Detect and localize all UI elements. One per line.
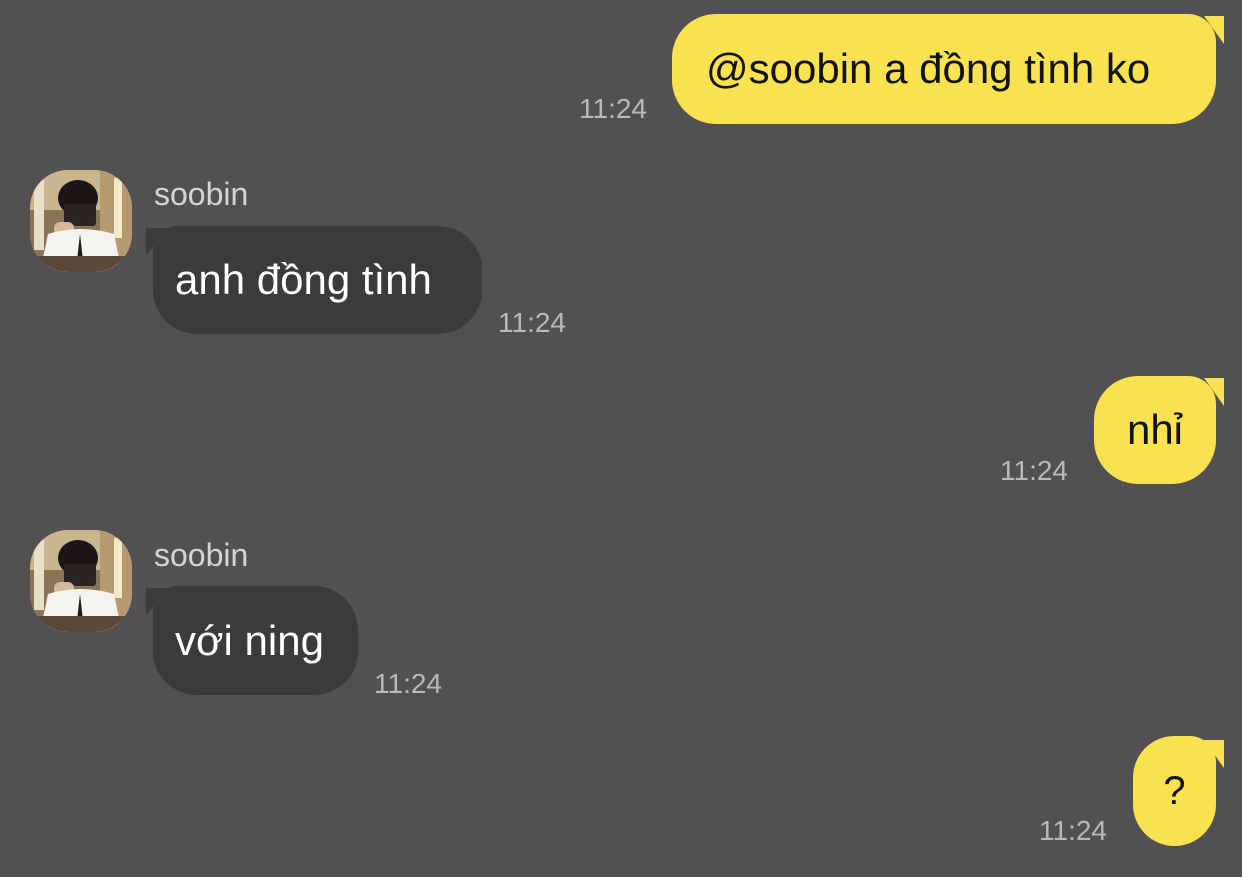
chat-view: @soobin a đồng tình ko 11:24 soobin anh … <box>0 0 1242 877</box>
outgoing-message[interactable]: ? 11:24 <box>0 720 1242 877</box>
avatar[interactable] <box>30 170 132 272</box>
message-timestamp: 11:24 <box>1039 815 1107 846</box>
message-bubble[interactable]: anh đồng tình <box>153 226 482 334</box>
outgoing-message[interactable]: @soobin a đồng tình ko 11:24 <box>0 0 1242 130</box>
message-bubble[interactable]: ? <box>1133 736 1216 846</box>
message-timestamp: 11:24 <box>579 93 647 124</box>
message-timestamp: 11:24 <box>374 668 442 699</box>
incoming-message[interactable]: soobin anh đồng tình 11:24 <box>0 160 1242 350</box>
message-bubble[interactable]: @soobin a đồng tình ko <box>672 14 1216 124</box>
message-bubble[interactable]: nhỉ <box>1094 376 1216 484</box>
avatar-photo <box>30 170 132 272</box>
outgoing-message[interactable]: nhỉ 11:24 <box>0 360 1242 500</box>
message-bubble[interactable]: với ning <box>153 586 358 695</box>
incoming-message[interactable]: soobin với ning 11:24 <box>0 520 1242 710</box>
message-timestamp: 11:24 <box>498 307 566 338</box>
message-timestamp: 11:24 <box>1000 455 1068 486</box>
avatar-photo <box>30 530 132 632</box>
avatar[interactable] <box>30 530 132 632</box>
sender-name: soobin <box>154 537 249 573</box>
sender-name: soobin <box>154 176 249 212</box>
